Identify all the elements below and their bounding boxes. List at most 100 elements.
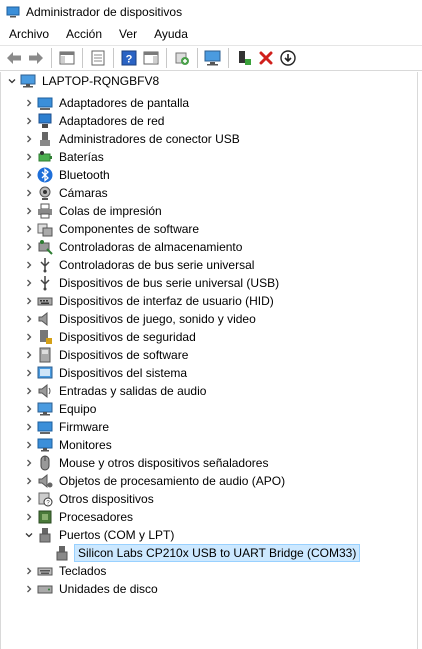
chevron-right-icon[interactable] [21,382,37,400]
chevron-right-icon[interactable] [21,562,37,580]
chevron-right-icon[interactable] [21,400,37,418]
tree-category[interactable]: Colas de impresión [21,202,164,220]
update-driver-icon[interactable] [172,48,192,68]
device-manager-app-icon [6,6,20,18]
tree-category[interactable]: Adaptadores de red [21,112,166,130]
tree-item-label: Dispositivos del sistema [59,366,188,380]
menu-archivo[interactable]: Archivo [0,27,57,41]
forward-arrow-icon[interactable] [26,48,46,68]
properties-icon[interactable] [88,48,108,68]
tree-category[interactable]: Controladoras de almacenamiento [21,238,244,256]
chevron-right-icon[interactable] [21,454,37,472]
chevron-right-icon[interactable] [21,418,37,436]
tree-category[interactable]: Componentes de software [21,220,201,238]
tree-category[interactable]: Entradas y salidas de audio [21,382,208,400]
tree-category[interactable]: Dispositivos de seguridad [21,328,198,346]
chevron-right-icon[interactable] [21,202,37,220]
tree-category[interactable]: ? Otros dispositivos [21,490,156,508]
security-device-icon [37,329,53,345]
toolbar-separator [51,48,52,68]
tree-category[interactable]: Unidades de disco [21,580,160,598]
tree-category[interactable]: Monitores [21,436,114,454]
chevron-right-icon[interactable] [21,256,37,274]
menu-ayuda[interactable]: Ayuda [145,27,196,41]
tree-device-selected[interactable]: Silicon Labs CP210x USB to UART Bridge (… [38,544,361,562]
tree-category[interactable]: Bluetooth [21,166,112,184]
tree-item-label: Teclados [59,564,107,578]
tree-item-label: Unidades de disco [59,582,158,596]
tree-category[interactable]: Administradores de conector USB [21,130,242,148]
disable-device-icon[interactable] [278,48,298,68]
audio-io-icon [37,383,53,399]
chevron-right-icon[interactable] [21,94,37,112]
chevron-right-icon[interactable] [21,310,37,328]
firmware-icon [37,419,53,435]
tree-item-label: Dispositivos de juego, sonido y video [59,312,256,326]
tree-item-label: Componentes de software [59,222,200,236]
tree-category[interactable]: Adaptadores de pantalla [21,94,191,112]
chevron-right-icon[interactable] [21,328,37,346]
software-component-icon [37,221,53,237]
chevron-right-icon[interactable] [21,292,37,310]
tree-category[interactable]: Baterías [21,148,106,166]
chevron-right-icon[interactable] [21,112,37,130]
tree-root[interactable]: LAPTOP-RQNGBFV8 [4,72,161,90]
scan-hardware-icon[interactable] [203,48,223,68]
tree-item-label: Adaptadores de red [59,114,165,128]
tree-category[interactable]: Firmware [21,418,111,436]
help-icon[interactable]: ? [119,48,139,68]
chevron-right-icon[interactable] [21,166,37,184]
tree-category[interactable]: Controladoras de bus serie universal [21,256,256,274]
camera-icon [37,185,53,201]
chevron-right-icon[interactable] [21,472,37,490]
chevron-right-icon[interactable] [21,130,37,148]
tree-item-label: Firmware [59,420,109,434]
tree-item-label: Equipo [59,402,97,416]
chevron-down-icon[interactable] [21,526,37,544]
menu-ver[interactable]: Ver [110,27,145,41]
tree-category[interactable]: Dispositivos de software [21,346,190,364]
tree-category[interactable]: Dispositivos de interfaz de usuario (HID… [21,292,276,310]
tree-category[interactable]: Teclados [21,562,108,580]
chevron-right-icon[interactable] [21,184,37,202]
tree-item-label: Cámaras [59,186,108,200]
tree-category[interactable]: Equipo [21,400,98,418]
tree-category[interactable]: Dispositivos de bus serie universal (USB… [21,274,281,292]
chevron-right-icon[interactable] [21,490,37,508]
port-icon [37,527,53,543]
speaker-icon [37,311,53,327]
bluetooth-icon [37,167,53,183]
computer-icon [20,73,36,89]
chevron-right-icon[interactable] [21,580,37,598]
uninstall-device-icon[interactable] [256,48,276,68]
tree-item-label: Monitores [59,438,112,452]
chevron-right-icon[interactable] [21,364,37,382]
chevron-right-icon[interactable] [21,508,37,526]
chevron-right-icon[interactable] [21,148,37,166]
menu-bar: Archivo Acción Ver Ayuda [0,24,422,44]
tree-category[interactable]: Mouse y otros dispositivos señaladores [21,454,270,472]
chevron-right-icon[interactable] [21,436,37,454]
tree-category[interactable]: Procesadores [21,508,135,526]
back-arrow-icon[interactable] [4,48,24,68]
tree-item-label: Mouse y otros dispositivos señaladores [59,456,269,470]
tree-item-label: Bluetooth [59,168,110,182]
action-pane-icon[interactable] [141,48,161,68]
chevron-right-icon[interactable] [21,346,37,364]
chevron-right-icon[interactable] [21,238,37,256]
tree-category[interactable]: Cámaras [21,184,110,202]
tree-category[interactable]: Dispositivos de juego, sonido y video [21,310,258,328]
chevron-right-icon[interactable] [21,274,37,292]
enable-device-icon[interactable] [234,48,254,68]
chevron-right-icon[interactable] [21,220,37,238]
tree-item-label: Controladoras de bus serie universal [59,258,255,272]
show-hide-tree-icon[interactable] [57,48,77,68]
tree-item-label: Colas de impresión [59,204,162,218]
chevron-down-icon[interactable] [4,72,20,90]
tree-category[interactable]: Dispositivos del sistema [21,364,189,382]
tree-category[interactable]: Objetos de procesamiento de audio (APO) [21,472,287,490]
tree-category[interactable]: Puertos (COM y LPT) [21,526,176,544]
monitor-icon [37,437,53,453]
menu-accion[interactable]: Acción [57,27,110,41]
